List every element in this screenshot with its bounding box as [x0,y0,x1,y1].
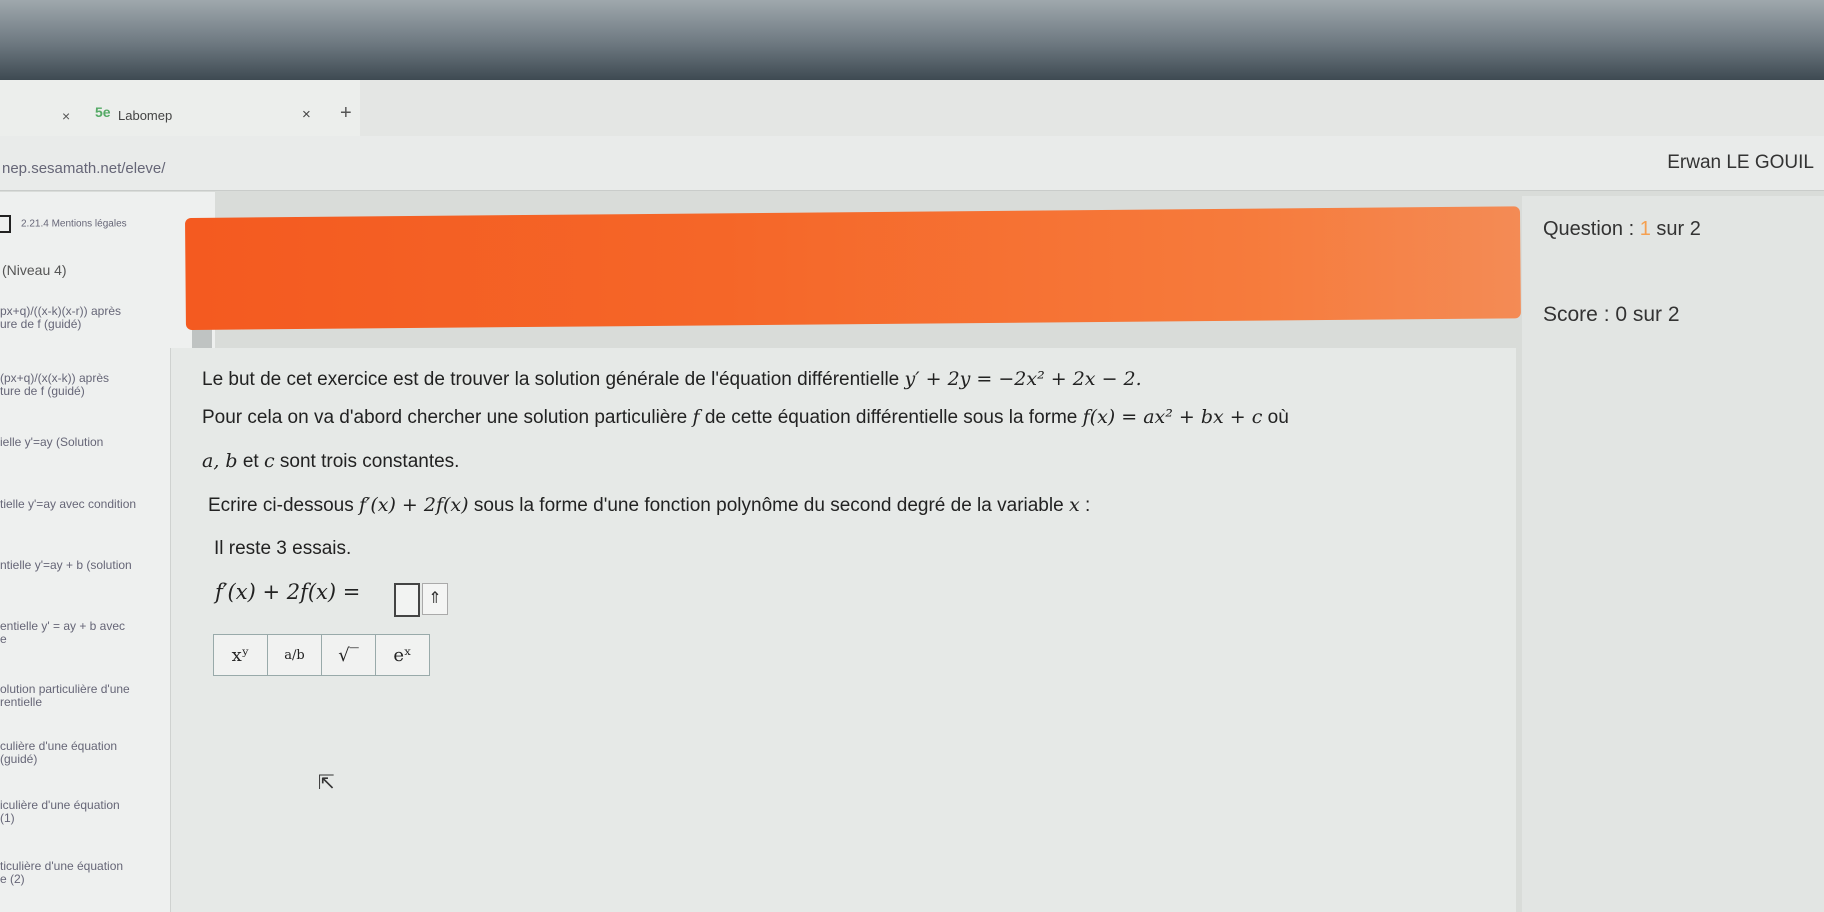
fraction-button[interactable]: a/b [268,635,322,675]
sidebar-item-label2: (guidé) [0,752,38,766]
legal-mentions-label: 2.21.4 Mentions légales [21,218,127,230]
sidebar-item-10[interactable]: ticulière d'une équation e (2) [0,860,175,886]
math-x: x [1068,494,1080,516]
sidebar-item-label: culière d'une équation [0,739,118,753]
sidebar-item-label2: ture de f (guidé) [0,384,85,398]
sidebar-item-label2: (1) [0,811,15,825]
url-text[interactable]: nep.sesamath.net/eleve/ [2,160,165,177]
instruction-text: Ecrire ci-dessous [208,495,359,516]
power-button[interactable]: xʸ [214,635,268,675]
tab-close-icon[interactable]: × [302,106,311,123]
sidebar-item-3[interactable]: ielle y'=ay (Solution [0,436,175,449]
menu-toggle-icon[interactable] [0,215,11,233]
instruction-text: et [237,451,264,472]
address-bar[interactable]: nep.sesamath.net/eleve/ Erwan LE GOUIL [0,136,1824,191]
tab-title: Labomep [118,108,173,123]
sidebar-item-label: px+q)/((x-k)(x-r)) après [0,304,122,318]
question-suffix: sur 2 [1650,218,1701,240]
sidebar-item-9[interactable]: iculière d'une équation (1) [0,799,175,825]
instruction-line-4: Ecrire ci-dessous f′(x) + 2f(x) sous la … [208,494,1090,517]
sidebar-item-7[interactable]: olution particulière d'une rentielle [0,683,175,709]
instruction-text: : [1079,495,1091,516]
sidebar-item-4[interactable]: tielle y'=ay avec condition [0,498,175,511]
sidebar-item-8[interactable]: culière d'une équation (guidé) [0,740,175,766]
sidebar-item-label: entielle y' = ay + b avec [0,619,126,633]
new-tab-button[interactable]: + [340,102,352,125]
sidebar-item-label: ntielle y'=ay + b (solution [0,558,132,572]
screen-top-bezel [0,0,1824,80]
sidebar-item-label: ielle y'=ay (Solution [0,435,104,449]
math-expression: f′(x) + 2f(x) [359,494,469,516]
sidebar-item-label: iculière d'une équation [0,798,120,812]
labomep-logo-icon: 5e [95,104,111,120]
sidebar-item-label2: e (2) [0,872,25,886]
math-toolbar: xʸ a/b √‾ eˣ [213,634,430,676]
instruction-text: sous la forme d'une fonction polynôme du… [468,495,1069,516]
instruction-text: Pour cela on va d'abord chercher une sol… [202,407,693,428]
sidebar-item-6[interactable]: entielle y' = ay + b avec e [0,620,175,646]
score: Score : 0 sur 2 [1543,303,1680,326]
math-f: f [692,406,700,428]
browser-tab-bar: × 5e Labomep × + [0,80,1824,136]
differential-equation: y′ + 2y = −2x² + 2x − 2. [904,368,1142,390]
question-current: 1 [1639,218,1651,240]
instruction-text: sont trois constantes. [274,451,460,472]
sidebar-item-label2: rentielle [0,695,43,709]
sidebar-item-label: tielle y'=ay avec condition [0,497,137,511]
user-name[interactable]: Erwan LE GOUIL [1667,152,1814,174]
sidebar-niveau: (Niveau 4) [2,262,67,278]
instruction-text: où [1262,407,1289,428]
exercise-panel [170,348,1516,912]
tries-remaining: Il reste 3 essais. [214,538,352,559]
instruction-text: de cette équation différentielle sous la… [699,407,1083,428]
sidebar-item-label: olution particulière d'une [0,682,130,696]
legal-mentions[interactable]: 2.21.4 Mentions légales [0,215,127,233]
question-prefix: Question : [1543,218,1640,240]
polynomial-form: f(x) = ax² + bx + c [1082,406,1263,428]
instruction-text: Le but de cet exercice est de trouver la… [202,369,905,390]
sidebar-item-label2: e [0,632,7,646]
title-banner [185,206,1521,330]
answer-input[interactable] [394,583,420,617]
math-c: c [263,450,275,472]
tab-close-left-icon[interactable]: × [62,108,70,124]
instruction-line-3: a, b et c sont trois constantes. [202,450,459,473]
instruction-line-1: Le but de cet exercice est de trouver la… [202,368,1142,391]
sidebar-item-5[interactable]: ntielle y'=ay + b (solution [0,559,175,572]
answer-label: f′(x) + 2f(x) = [215,580,361,604]
mouse-cursor-icon: ⇱ [318,772,335,794]
instruction-line-2: Pour cela on va d'abord chercher une sol… [202,406,1289,429]
sidebar-item-label: ticulière d'une équation [0,859,124,873]
browser-tab[interactable]: × 5e Labomep × [0,80,360,136]
sqrt-button[interactable]: √‾ [322,635,376,675]
exp-button[interactable]: eˣ [376,635,429,675]
sidebar-item-label2: ure de f (guidé) [0,317,82,331]
question-counter: Question : 1 sur 2 [1543,218,1701,241]
sidebar-item-2[interactable]: (px+q)/(x(x-k)) après ture de f (guidé) [0,372,175,398]
math-ab: a, b [202,450,238,472]
expand-up-button[interactable]: ⇑ [422,583,448,615]
sidebar-item-1[interactable]: px+q)/((x-k)(x-r)) après ure de f (guidé… [0,305,175,331]
sidebar-item-label: (px+q)/(x(x-k)) après [0,371,110,385]
